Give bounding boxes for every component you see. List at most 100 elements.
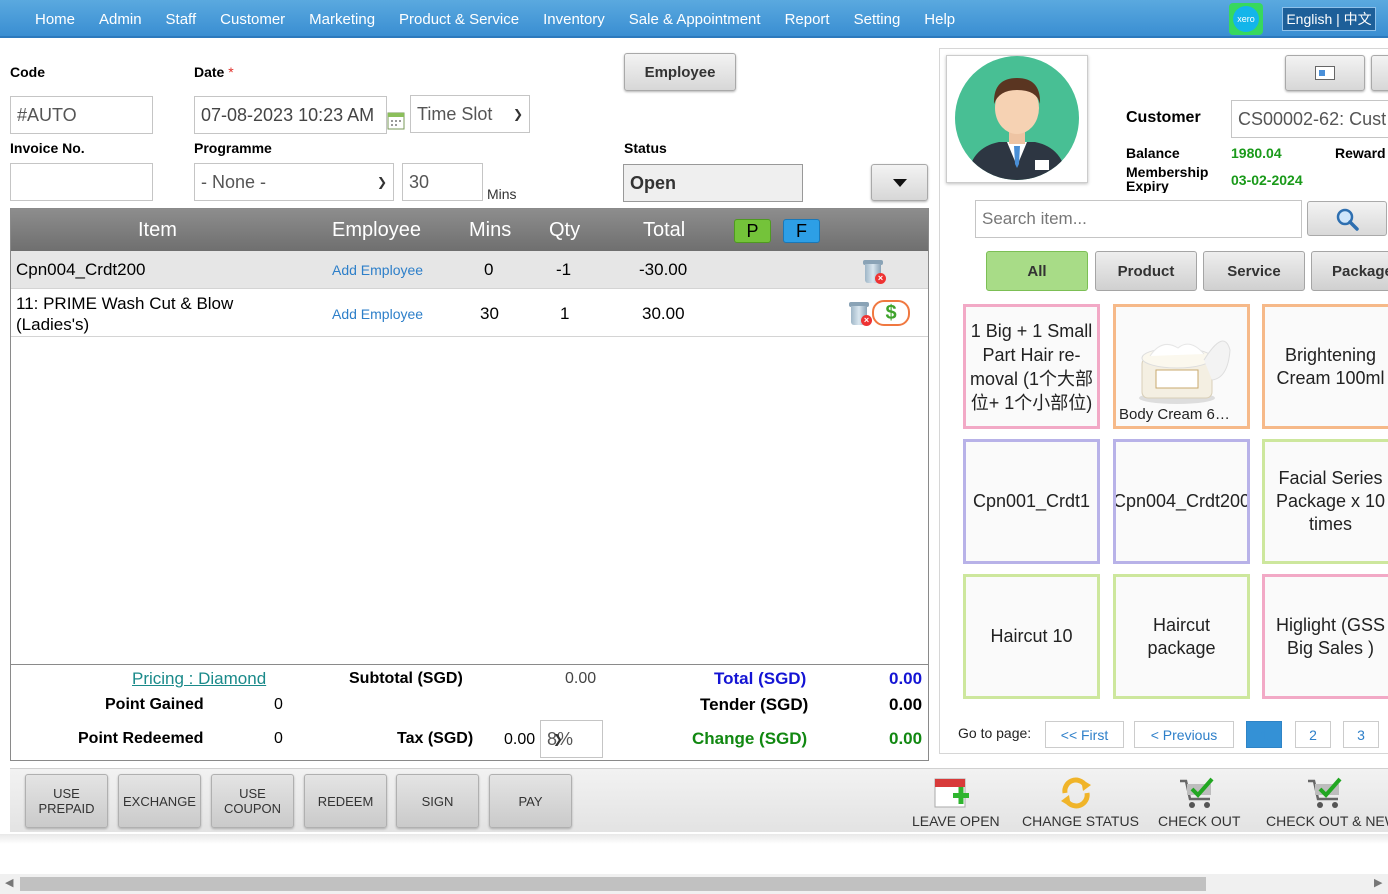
mins-input[interactable]: 30 <box>402 163 483 201</box>
invoice-input[interactable] <box>10 163 153 201</box>
pay-button[interactable]: PAY <box>489 774 572 828</box>
mins-label: Mins <box>487 186 517 202</box>
timeslot-value: Time Slot <box>417 103 493 124</box>
chevron-down-icon: ❯ <box>553 732 564 746</box>
pagination-label: Go to page: <box>958 725 1032 741</box>
programme-label: Programme <box>194 140 272 156</box>
total-label: Total (SGD) <box>714 669 807 688</box>
nav-inventory[interactable]: Inventory <box>531 11 617 28</box>
customer-avatar-icon <box>955 56 1079 180</box>
programme-select[interactable]: - None - ❯ <box>194 163 394 201</box>
language-switch[interactable]: English | 中文 <box>1282 7 1376 31</box>
page-2-button[interactable]: 2 <box>1295 721 1331 748</box>
check-out-new-label: CHECK OUT & NEW <box>1266 813 1388 829</box>
nav-sale-appointment[interactable]: Sale & Appointment <box>617 11 773 28</box>
use-coupon-button[interactable]: USE COUPON <box>211 774 294 828</box>
redeem-button[interactable]: REDEEM <box>304 774 387 828</box>
xero-button[interactable]: xero <box>1229 3 1263 35</box>
change-status-label: CHANGE STATUS <box>1022 813 1139 829</box>
table-header: Item Employee Mins Qty Total P F <box>11 209 928 251</box>
item-tile[interactable]: Higlight (GSS Big Sales ) <box>1262 574 1388 699</box>
category-product[interactable]: Product <box>1095 251 1197 291</box>
programme-value: - None - <box>201 171 267 192</box>
horizontal-scrollbar[interactable]: ◀ ▶ <box>0 874 1388 894</box>
page-1-button[interactable]: 1 <box>1246 721 1282 748</box>
price-override-icon[interactable]: $ <box>872 300 910 326</box>
pricing-link[interactable]: Pricing : Diamond <box>132 669 266 689</box>
row-mins: 30 <box>480 304 499 323</box>
status-value[interactable]: Open <box>623 164 803 202</box>
first-page-button[interactable]: << First <box>1045 721 1124 748</box>
item-tile[interactable]: 1 Big + 1 Small Part Hair re-moval (1个大部… <box>963 304 1100 429</box>
customer-panel: Customer CS00002-62: Cust Balance 1980.0… <box>939 48 1388 754</box>
item-tile[interactable]: Haircut package <box>1113 574 1250 699</box>
scrollbar-thumb[interactable] <box>20 877 1206 891</box>
status-dropdown-button[interactable] <box>871 164 928 201</box>
nav-admin[interactable]: Admin <box>87 11 154 28</box>
nav-home[interactable]: Home <box>23 11 87 28</box>
nav-product-service[interactable]: Product & Service <box>387 11 531 28</box>
item-tile[interactable]: Facial Series Package x 10 times <box>1262 439 1388 564</box>
date-label-text: Date <box>194 64 225 80</box>
customer-card-button[interactable] <box>1285 55 1365 91</box>
item-tile[interactable]: Body Cream 6… <box>1113 304 1250 429</box>
employee-button[interactable]: Employee <box>624 53 736 91</box>
category-all[interactable]: All <box>986 251 1088 291</box>
item-tile[interactable]: Cpn004_Crdt200 <box>1113 439 1250 564</box>
customer-more-button[interactable] <box>1371 55 1388 91</box>
add-employee-link[interactable]: Add Employee <box>332 306 423 322</box>
add-employee-link[interactable]: Add Employee <box>332 262 423 278</box>
leave-open-button[interactable]: LEAVE OPEN <box>912 773 1000 829</box>
summary-panel: Pricing : Diamond Subtotal (SGD) 0.00 To… <box>11 664 928 760</box>
nav-menu: Home Admin Staff Customer Marketing Prod… <box>23 0 967 38</box>
scroll-left-icon[interactable]: ◀ <box>5 876 13 889</box>
delete-icon[interactable]: × <box>863 260 886 284</box>
code-input[interactable]: #AUTO <box>10 96 153 134</box>
items-table: Item Employee Mins Qty Total P F Cpn004_… <box>10 208 929 761</box>
nav-setting[interactable]: Setting <box>842 11 913 28</box>
item-tile[interactable]: Haircut 10 <box>963 574 1100 699</box>
nav-report[interactable]: Report <box>773 11 842 28</box>
nav-staff[interactable]: Staff <box>154 11 209 28</box>
search-button[interactable] <box>1307 201 1387 236</box>
tax-rate-select[interactable]: 8% ❯ <box>540 720 603 758</box>
table-row[interactable]: 11: PRIME Wash Cut & Blow (Ladies's) Add… <box>11 290 928 337</box>
tile-label: Body Cream 6… <box>1119 406 1230 423</box>
category-service[interactable]: Service <box>1203 251 1305 291</box>
nav-marketing[interactable]: Marketing <box>297 11 387 28</box>
check-out-new-button[interactable]: CHECK OUT & NEW <box>1266 773 1388 829</box>
dollar-symbol: $ <box>885 301 897 324</box>
customer-input[interactable]: CS00002-62: Cust <box>1231 100 1388 138</box>
nav-help[interactable]: Help <box>912 11 967 28</box>
point-gained-label: Point Gained <box>105 696 204 713</box>
header-employee: Employee <box>332 219 421 241</box>
scroll-right-icon[interactable]: ▶ <box>1374 876 1382 889</box>
caret-down-icon <box>892 178 907 187</box>
code-label: Code <box>10 64 45 80</box>
search-input[interactable]: Search item... <box>975 200 1302 238</box>
page-3-button[interactable]: 3 <box>1343 721 1379 748</box>
sign-button[interactable]: SIGN <box>396 774 479 828</box>
customer-label: Customer <box>1126 109 1201 126</box>
item-tile[interactable]: Cpn001_Crdt1 <box>963 439 1100 564</box>
f-toggle[interactable]: F <box>783 219 820 243</box>
category-package[interactable]: Package <box>1311 251 1388 291</box>
use-prepaid-button[interactable]: USE PREPAID <box>25 774 108 828</box>
p-toggle[interactable]: P <box>734 219 771 243</box>
search-icon <box>1336 208 1359 231</box>
calendar-icon[interactable] <box>387 110 405 130</box>
calendar-add-icon <box>912 773 992 813</box>
date-input[interactable]: 07-08-2023 10:23 AM <box>194 96 387 134</box>
table-row[interactable]: Cpn004_Crdt200 Add Employee 0 -1 -30.00 … <box>11 251 928 289</box>
nav-customer[interactable]: Customer <box>208 11 297 28</box>
change-status-button[interactable]: CHANGE STATUS <box>1022 773 1139 829</box>
check-out-button[interactable]: CHECK OUT <box>1158 773 1240 829</box>
item-tile[interactable]: Brightening Cream 100ml <box>1262 304 1388 429</box>
point-redeemed-value: 0 <box>274 730 283 747</box>
exchange-button[interactable]: EXCHANGE <box>118 774 201 828</box>
point-gained-value: 0 <box>274 696 283 713</box>
timeslot-select[interactable]: Time Slot ❯ <box>410 95 530 133</box>
delete-icon[interactable]: × <box>849 302 872 326</box>
row-total: 30.00 <box>642 304 685 323</box>
previous-page-button[interactable]: < Previous <box>1134 721 1234 748</box>
